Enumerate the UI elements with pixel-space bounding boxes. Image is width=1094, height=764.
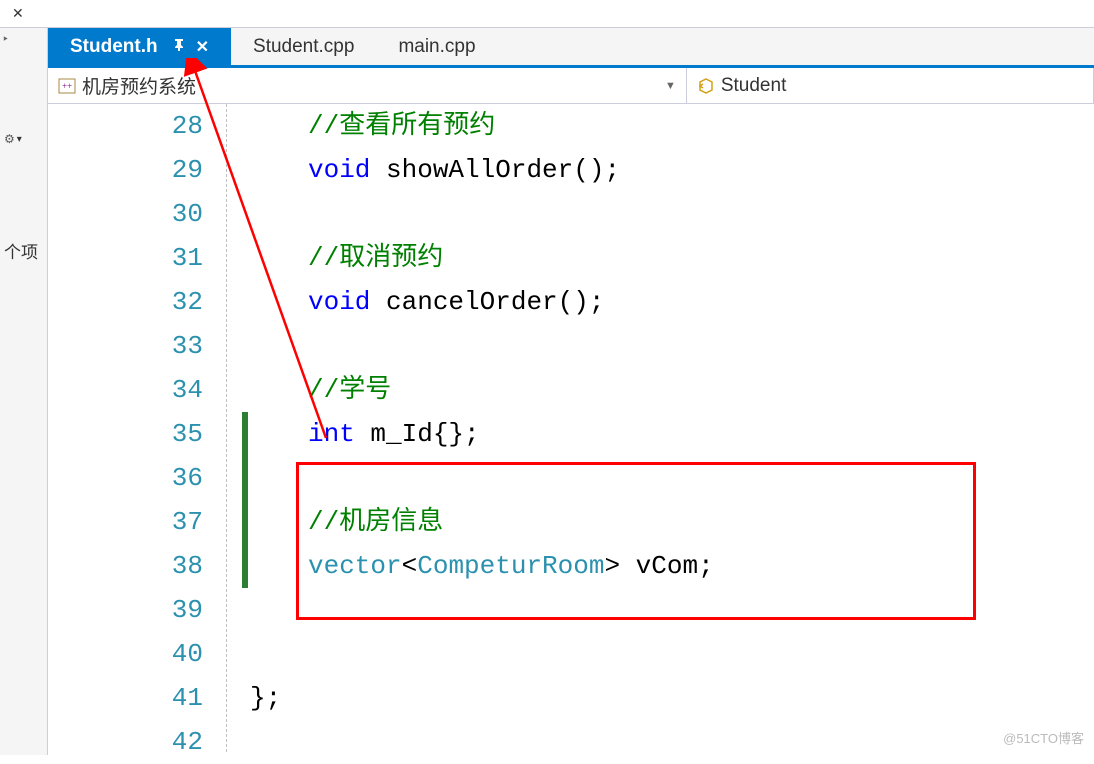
code-line: //学号: [250, 368, 1094, 412]
code-line: void cancelOrder();: [250, 280, 1094, 324]
panel-close-icon[interactable]: ✕: [12, 5, 24, 22]
tab-student-h[interactable]: Student.h ✕: [48, 28, 231, 65]
watermark: @51CTO博客: [1003, 728, 1084, 747]
breadcrumb-bar: ++ 机房预约系统 ▼ Student: [48, 68, 1094, 104]
code-line: //取消预约: [250, 236, 1094, 280]
breadcrumb-symbol-label: Student: [721, 75, 787, 97]
code-line: [250, 588, 1094, 632]
line-number: 30: [48, 192, 203, 236]
line-number: 33: [48, 324, 203, 368]
code-line: [250, 456, 1094, 500]
breadcrumb-project[interactable]: ++ 机房预约系统 ▼: [48, 68, 687, 103]
left-side-panel: ‣ ⚙ ▾ 个项: [0, 28, 48, 755]
fold-strip: [218, 104, 240, 752]
line-number: 35: [48, 412, 203, 456]
code-line: //机房信息: [250, 500, 1094, 544]
change-indicator-strip: [240, 104, 250, 752]
line-number-gutter: 282930313233343536373839404142: [48, 104, 218, 752]
code-line: int m_Id{};: [250, 412, 1094, 456]
editor-main-area: Student.h ✕ Student.cpp main.cpp ++ 机房预约…: [48, 28, 1094, 755]
expand-icon[interactable]: ‣: [2, 32, 45, 46]
svg-text:++: ++: [62, 81, 72, 91]
line-number: 34: [48, 368, 203, 412]
code-line: };: [250, 676, 1094, 720]
line-number: 38: [48, 544, 203, 588]
line-number: 32: [48, 280, 203, 324]
tab-label: Student.cpp: [253, 36, 354, 58]
line-number: 31: [48, 236, 203, 280]
code-area[interactable]: //查看所有预约void showAllOrder(); //取消预约void c…: [250, 104, 1094, 752]
code-line: [250, 324, 1094, 368]
tab-student-cpp[interactable]: Student.cpp: [231, 28, 376, 65]
side-panel-item-label: 个项: [4, 243, 38, 262]
code-line: [250, 192, 1094, 236]
line-number: 42: [48, 720, 203, 764]
line-number: 37: [48, 500, 203, 544]
line-number: 28: [48, 104, 203, 148]
line-number: 40: [48, 632, 203, 676]
tab-label: Student.h: [70, 36, 158, 58]
gear-icon[interactable]: ⚙: [4, 132, 15, 146]
tab-label: main.cpp: [398, 36, 475, 58]
project-icon: ++: [58, 78, 76, 94]
code-line: //查看所有预约: [250, 104, 1094, 148]
change-marker: [242, 412, 248, 588]
tab-main-cpp[interactable]: main.cpp: [376, 28, 497, 65]
code-line: vector<CompeturRoom> vCom;: [250, 544, 1094, 588]
line-number: 36: [48, 456, 203, 500]
code-line: [250, 632, 1094, 676]
pin-icon[interactable]: [172, 38, 186, 55]
side-panel-item[interactable]: 个项: [2, 236, 45, 265]
code-line: void showAllOrder();: [250, 148, 1094, 192]
code-line: [250, 720, 1094, 764]
tab-bar: Student.h ✕ Student.cpp main.cpp: [48, 28, 1094, 68]
breadcrumb-symbol[interactable]: Student: [687, 68, 1094, 103]
line-number: 29: [48, 148, 203, 192]
dropdown-icon[interactable]: ▾: [17, 134, 22, 145]
line-number: 39: [48, 588, 203, 632]
class-icon: [697, 78, 715, 94]
close-icon[interactable]: ✕: [196, 37, 209, 57]
code-editor[interactable]: 282930313233343536373839404142 //查看所有预约v…: [48, 104, 1094, 752]
chevron-down-icon[interactable]: ▼: [665, 80, 676, 92]
breadcrumb-project-label: 机房预约系统: [82, 72, 196, 99]
line-number: 41: [48, 676, 203, 720]
top-toolbar: ✕: [0, 0, 1094, 28]
